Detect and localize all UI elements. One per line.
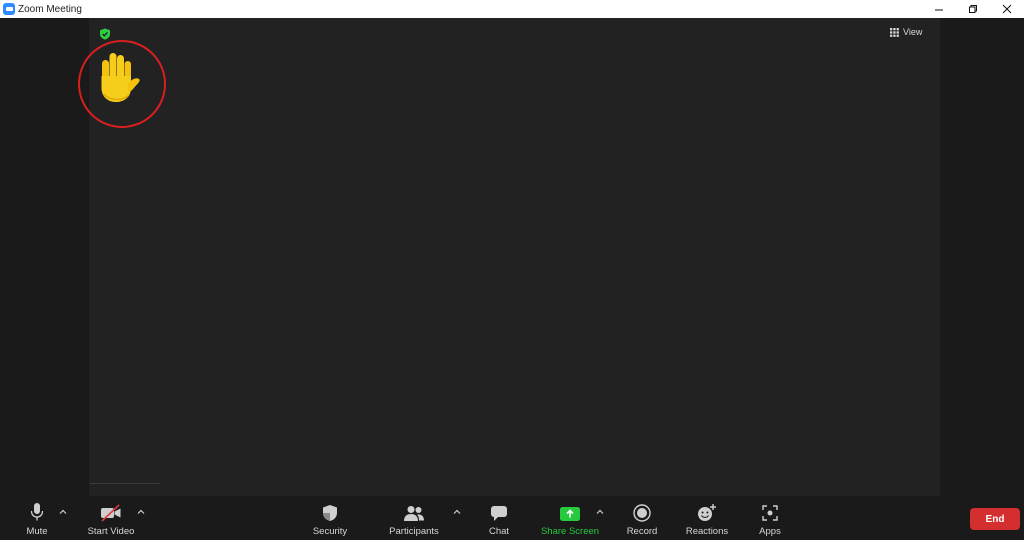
- right-gutter: [940, 18, 1024, 496]
- chat-bubble-icon: [491, 506, 507, 521]
- end-meeting-button[interactable]: End: [970, 508, 1020, 530]
- view-button[interactable]: View: [890, 24, 922, 40]
- emoji-plus-icon: [698, 504, 716, 521]
- encryption-shield-icon[interactable]: [99, 28, 111, 40]
- close-icon: [1002, 4, 1012, 14]
- people-icon: [404, 506, 424, 521]
- security-label: Security: [312, 526, 348, 537]
- window-titlebar: Zoom Meeting: [0, 0, 1024, 18]
- participants-button[interactable]: Participants: [386, 496, 442, 540]
- participants-label: Participants: [389, 526, 439, 537]
- participants-options-chevron-icon[interactable]: [452, 507, 462, 517]
- minimize-icon: [935, 9, 943, 11]
- share-screen-icon: [560, 507, 580, 521]
- restore-button[interactable]: [956, 0, 990, 18]
- start-video-button[interactable]: Start Video: [84, 496, 138, 540]
- record-button[interactable]: Record: [622, 496, 662, 540]
- shield-icon: [323, 505, 337, 521]
- chat-button[interactable]: Chat: [484, 496, 514, 540]
- share-screen-label: Share Screen: [540, 526, 600, 537]
- apps-icon: [762, 505, 778, 521]
- video-off-icon: [101, 504, 121, 522]
- restore-icon: [969, 5, 977, 13]
- raised-hand-icon: [101, 53, 140, 102]
- start-video-label: Start Video: [87, 526, 135, 537]
- video-options-chevron-icon[interactable]: [136, 507, 146, 517]
- apps-button[interactable]: Apps: [755, 496, 785, 540]
- mute-label: Mute: [26, 526, 48, 537]
- reactions-label: Reactions: [685, 526, 729, 537]
- apps-label: Apps: [759, 526, 781, 537]
- left-gutter: [0, 18, 89, 496]
- self-view-thumbnail[interactable]: [90, 483, 160, 496]
- window-title: Zoom Meeting: [18, 3, 82, 15]
- record-label: Record: [626, 526, 658, 537]
- mute-button[interactable]: Mute: [22, 496, 52, 540]
- zoom-logo-icon: [3, 3, 15, 15]
- meeting-toolbar: Mute Start Video Security Participants C…: [0, 496, 1024, 540]
- reactions-button[interactable]: Reactions: [683, 496, 731, 540]
- close-button[interactable]: [990, 0, 1024, 18]
- view-label: View: [903, 27, 923, 37]
- share-screen-button[interactable]: Share Screen: [539, 496, 601, 540]
- chat-label: Chat: [488, 526, 510, 537]
- minimize-button[interactable]: [922, 0, 956, 18]
- video-stage: [89, 18, 940, 496]
- share-options-chevron-icon[interactable]: [595, 507, 605, 517]
- grid-view-icon: [890, 27, 899, 37]
- window-controls: [922, 0, 1024, 18]
- microphone-icon: [30, 503, 44, 521]
- security-button[interactable]: Security: [309, 496, 351, 540]
- audio-options-chevron-icon[interactable]: [58, 507, 68, 517]
- record-icon: [633, 504, 651, 522]
